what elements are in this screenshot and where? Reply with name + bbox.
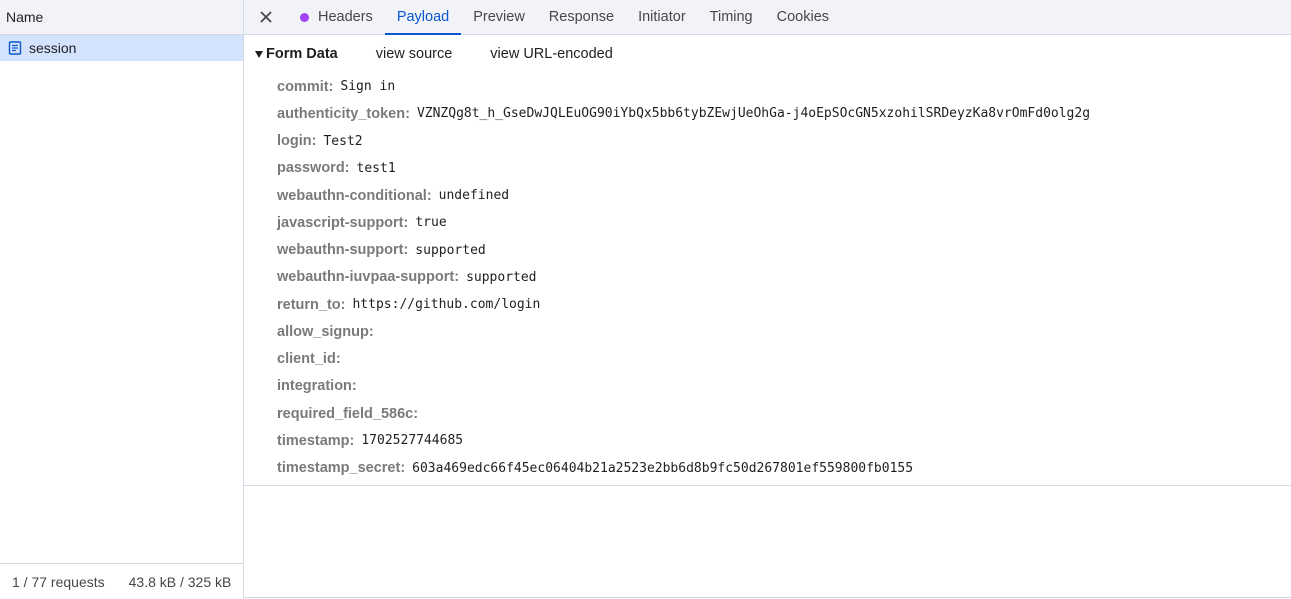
- tab-response[interactable]: Response: [537, 0, 626, 34]
- form-data-key: login:: [277, 133, 317, 150]
- request-detail-pane: Headers Payload Preview Response Initiat…: [244, 0, 1291, 599]
- form-data-key: commit:: [277, 78, 334, 95]
- form-data-key: webauthn-support:: [277, 242, 409, 259]
- document-icon: [8, 41, 22, 55]
- form-data-key: webauthn-iuvpaa-support:: [277, 269, 460, 286]
- form-data-title[interactable]: Form Data: [266, 46, 338, 62]
- name-column-header[interactable]: Name: [0, 0, 243, 35]
- tab-timing[interactable]: Timing: [698, 0, 765, 34]
- form-data-row[interactable]: allow_signup:: [277, 318, 1291, 345]
- pane-bottom-border: [244, 597, 1291, 598]
- section-divider: [244, 485, 1291, 486]
- form-data-value[interactable]: undefined: [439, 188, 509, 203]
- form-data-key: password:: [277, 160, 350, 177]
- request-count: 1 / 77 requests: [12, 573, 105, 590]
- form-data-row[interactable]: integration:: [277, 373, 1291, 400]
- tab-timing-label: Timing: [709, 9, 753, 25]
- form-data-row[interactable]: webauthn-conditional: undefined: [277, 182, 1291, 209]
- tab-preview[interactable]: Preview: [461, 0, 537, 34]
- form-data-key: integration:: [277, 378, 357, 395]
- name-column-label: Name: [6, 9, 44, 25]
- form-data-key: authenticity_token:: [277, 105, 410, 122]
- view-url-encoded-button[interactable]: view URL-encoded: [490, 46, 613, 62]
- form-data-row[interactable]: login: Test2: [277, 128, 1291, 155]
- tab-preview-label: Preview: [473, 9, 525, 25]
- form-data-key: webauthn-conditional:: [277, 187, 432, 204]
- form-data-value[interactable]: VZNZQg8t_h_GseDwJQLEuOG90iYbQx5bb6tybZEw…: [417, 106, 1090, 121]
- form-data-row[interactable]: webauthn-iuvpaa-support: supported: [277, 264, 1291, 291]
- form-data-key: return_to:: [277, 296, 346, 313]
- form-data-row[interactable]: client_id:: [277, 346, 1291, 373]
- form-data-value[interactable]: 603a469edc66f45ec06404b21a2523e2bb6d8b9f…: [412, 461, 913, 476]
- form-data-value[interactable]: Test2: [323, 134, 362, 149]
- form-data-row[interactable]: authenticity_token: VZNZQg8t_h_GseDwJQLEu…: [277, 100, 1291, 127]
- transferred-size: 43.8 kB / 325 kB: [128, 573, 232, 590]
- view-source-button[interactable]: view source: [376, 46, 453, 62]
- form-data-value[interactable]: supported: [466, 270, 536, 285]
- tab-headers-label: Headers: [318, 9, 373, 25]
- form-data-row[interactable]: javascript-support: true: [277, 209, 1291, 236]
- form-data-row[interactable]: return_to: https://github.com/login: [277, 291, 1291, 318]
- form-data-key: timestamp:: [277, 432, 355, 449]
- request-name: session: [29, 40, 77, 56]
- form-data-section-header: Form Data view source view URL-encoded: [244, 35, 1291, 73]
- form-data-value[interactable]: 1702527744685: [361, 433, 463, 448]
- requests-pane: Name session 1 / 77 requests 43.8 kB / 3…: [0, 0, 244, 599]
- tab-payload-label: Payload: [396, 9, 450, 25]
- form-data-row[interactable]: password: test1: [277, 155, 1291, 182]
- tab-headers[interactable]: Headers: [288, 0, 385, 34]
- request-row-session[interactable]: session: [0, 35, 243, 61]
- close-detail-button[interactable]: [244, 0, 288, 34]
- form-data-key: client_id:: [277, 351, 341, 368]
- tab-cookies[interactable]: Cookies: [765, 0, 841, 34]
- requests-summary-bar: 1 / 77 requests 43.8 kB / 325 kB: [0, 563, 243, 599]
- form-data-value[interactable]: Sign in: [340, 79, 395, 94]
- form-data-list: commit: Sign in authenticity_token: VZNZQg8…: [244, 73, 1291, 482]
- form-data-key: required_field_586c:: [277, 405, 419, 422]
- tab-payload[interactable]: Payload: [384, 0, 462, 35]
- tab-response-label: Response: [548, 9, 615, 25]
- form-data-row[interactable]: webauthn-support: supported: [277, 237, 1291, 264]
- form-data-key: allow_signup:: [277, 323, 374, 340]
- form-data-row[interactable]: commit: Sign in: [277, 73, 1291, 100]
- form-data-value[interactable]: true: [415, 215, 446, 230]
- form-data-value[interactable]: test1: [357, 161, 396, 176]
- tab-cookies-label: Cookies: [776, 9, 830, 25]
- form-data-row[interactable]: required_field_586c:: [277, 400, 1291, 427]
- tab-initiator[interactable]: Initiator: [626, 0, 698, 34]
- form-data-key: timestamp_secret:: [277, 460, 406, 477]
- form-data-key: javascript-support:: [277, 214, 409, 231]
- form-data-value[interactable]: https://github.com/login: [352, 297, 540, 312]
- form-data-row[interactable]: timestamp: 1702527744685: [277, 427, 1291, 454]
- detail-tabbar: Headers Payload Preview Response Initiat…: [244, 0, 1291, 35]
- form-data-row[interactable]: timestamp_secret: 603a469edc66f45ec06404b…: [277, 455, 1291, 482]
- form-data-value[interactable]: supported: [415, 243, 485, 258]
- headers-status-dot: [300, 12, 309, 22]
- collapse-triangle-icon[interactable]: [255, 50, 263, 58]
- devtools-network-panel: Name session 1 / 77 requests 43.8 kB / 3…: [0, 0, 1291, 599]
- close-icon: [260, 11, 272, 23]
- tab-initiator-label: Initiator: [638, 9, 686, 25]
